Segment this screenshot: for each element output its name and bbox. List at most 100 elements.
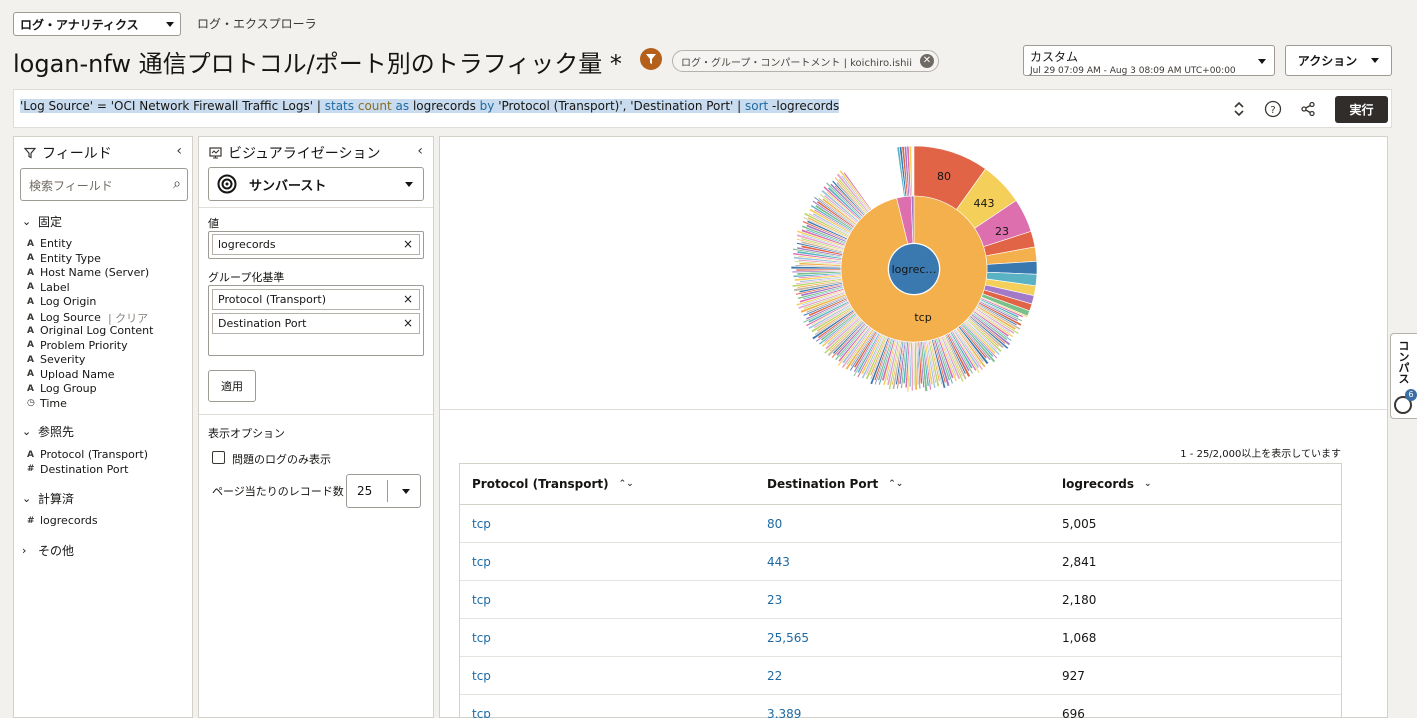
remove-icon[interactable]: × [403, 316, 413, 330]
field-type-icon: A [27, 449, 34, 460]
sunburst-port-label: 80 [937, 170, 951, 183]
records-per-page-value: 25 [357, 484, 373, 498]
query-function: count [357, 99, 392, 113]
group-tag-label: Destination Port [218, 317, 307, 330]
action-button[interactable]: アクション [1285, 45, 1392, 76]
field-item[interactable]: # logrecords [27, 514, 98, 527]
breadcrumb[interactable]: ログ・エクスプローラ [197, 15, 317, 32]
protocol-cell[interactable]: tcp [460, 631, 755, 645]
field-search-input[interactable]: 検索フィールド ⌕ [20, 168, 188, 201]
section-pinned[interactable]: ⌄ 固定 [22, 213, 62, 230]
protocol-cell[interactable]: tcp [460, 593, 755, 607]
search-icon[interactable]: ⌕ [173, 176, 181, 192]
column-header-label: Protocol (Transport) [472, 477, 609, 491]
share-icon[interactable] [1298, 99, 1318, 119]
field-item[interactable]: A Entity [27, 237, 72, 250]
group-tag-label: Protocol (Transport) [218, 293, 327, 306]
column-header-label: logrecords [1062, 477, 1135, 491]
section-pinned-label: 固定 [38, 215, 63, 229]
destination-port-cell[interactable]: 80 [755, 517, 1050, 531]
table-row[interactable]: tcp 25,565 1,068 [460, 619, 1341, 657]
apply-button[interactable]: 適用 [208, 370, 256, 402]
value-tag[interactable]: logrecords × [212, 234, 420, 255]
filter-icon[interactable] [640, 48, 662, 70]
sort-icon[interactable]: ⌃⌄ [888, 479, 903, 489]
fields-panel: フィールド ‹ 検索フィールド ⌕ ⌄ 固定 A Entity A Entity Typ… [13, 136, 193, 718]
fields-panel-title-text: フィールド [42, 146, 112, 162]
field-item[interactable]: A Problem Priority [27, 339, 128, 352]
table-row[interactable]: tcp 22 927 [460, 657, 1341, 695]
group-by-dropzone[interactable]: Protocol (Transport) × Destination Port … [208, 285, 424, 356]
group-tag[interactable]: Destination Port × [212, 313, 420, 334]
query-keyword: as [395, 99, 410, 113]
section-computed[interactable]: ⌄ 計算済 [22, 490, 74, 507]
table-header: Protocol (Transport) ⌃⌄ Destination Port ⌃… [460, 464, 1341, 505]
expand-icon[interactable] [1229, 99, 1249, 119]
query-editor[interactable]: 'Log Source' = 'OCI Network Firewall Tra… [13, 89, 1392, 128]
column-header-protocol[interactable]: Protocol (Transport) ⌃⌄ [460, 477, 755, 491]
problem-logs-checkbox[interactable] [212, 451, 225, 464]
sort-icon[interactable]: ⌃⌄ [619, 479, 634, 489]
query-text[interactable]: 'Log Source' = 'OCI Network Firewall Tra… [20, 99, 840, 113]
problem-logs-label: 問題のログのみ表示 [232, 453, 331, 466]
app-select[interactable]: ログ・アナリティクス [13, 12, 181, 36]
remove-icon[interactable]: × [403, 292, 413, 306]
field-name: Label [40, 280, 70, 294]
field-name: Entity Type [40, 251, 101, 265]
logrecords-cell: 1,068 [1062, 630, 1097, 645]
records-per-page-select[interactable]: 25 [346, 474, 421, 508]
compass-tab[interactable]: コンパス 6 [1390, 333, 1417, 419]
table-row[interactable]: tcp 80 5,005 [460, 505, 1341, 543]
time-range-select[interactable]: カスタム Jul 29 07:09 AM - Aug 3 08:09 AM UT… [1023, 45, 1275, 76]
chart-type-select[interactable]: サンバースト [208, 167, 424, 201]
destination-port-cell[interactable]: 443 [755, 555, 1050, 569]
value-dropzone[interactable]: logrecords × [208, 231, 424, 259]
protocol-cell[interactable]: tcp [460, 707, 755, 718]
query-segment: 'Log Source' = 'OCI Network Firewall Tra… [20, 99, 325, 113]
sunburst-chart[interactable]: logrec… tcp 80 443 23 [440, 137, 1387, 409]
field-type-icon: A [27, 383, 34, 394]
field-item[interactable]: A Label [27, 281, 70, 294]
field-item[interactable]: A Original Log Content [27, 324, 153, 337]
field-item[interactable]: A Protocol (Transport) [27, 448, 148, 461]
close-icon[interactable]: ✕ [919, 54, 934, 68]
field-item[interactable]: # Destination Port [27, 463, 128, 476]
sort-desc-icon[interactable]: ⌄ [1144, 479, 1152, 489]
logrecords-cell: 2,180 [1062, 592, 1097, 607]
protocol-cell[interactable]: tcp [460, 555, 755, 569]
column-header-logrecords[interactable]: logrecords ⌄ [1050, 477, 1340, 491]
field-item[interactable]: A Log Group [27, 382, 97, 395]
section-referenced[interactable]: ⌄ 参照先 [22, 423, 74, 440]
column-header-destination-port[interactable]: Destination Port ⌃⌄ [755, 477, 1050, 491]
collapse-icon[interactable]: ‹ [176, 143, 182, 159]
field-item[interactable]: A Log Origin [27, 295, 96, 308]
run-button[interactable]: 実行 [1335, 96, 1388, 123]
chevron-down-icon [1371, 58, 1380, 63]
query-segment: logrecords [409, 99, 480, 113]
field-item[interactable]: A Host Name (Server) [27, 266, 149, 279]
remove-icon[interactable]: × [403, 237, 413, 251]
help-icon[interactable]: ? [1263, 99, 1283, 119]
field-name: Protocol (Transport) [40, 448, 149, 461]
group-tag[interactable]: Protocol (Transport) × [212, 289, 420, 310]
table-row[interactable]: tcp 443 2,841 [460, 543, 1341, 581]
field-item[interactable]: A Entity Type [27, 252, 101, 265]
destination-port-cell[interactable]: 25,565 [755, 631, 1050, 645]
collapse-icon[interactable]: ‹ [417, 143, 423, 159]
table-row[interactable]: tcp 23 2,180 [460, 581, 1341, 619]
action-button-label: アクション [1297, 54, 1358, 68]
field-item[interactable]: A Upload Name [27, 368, 115, 381]
field-name: Log Group [40, 382, 97, 395]
protocol-cell[interactable]: tcp [460, 517, 755, 531]
protocol-cell[interactable]: tcp [460, 669, 755, 683]
scope-chip[interactable]: ログ・グループ・コンパートメント | koichiro.ishii ✕ [672, 50, 939, 72]
destination-port-cell[interactable]: 22 [755, 669, 1050, 683]
destination-port-cell[interactable]: 3,389 [755, 707, 1050, 718]
filter-icon [24, 147, 36, 159]
field-item[interactable]: ◷ Time [27, 397, 67, 410]
destination-port-cell[interactable]: 23 [755, 593, 1050, 607]
value-label: 値 [208, 217, 219, 230]
section-other[interactable]: › その他 [22, 542, 74, 559]
table-row[interactable]: tcp 3,389 696 [460, 695, 1341, 718]
field-item[interactable]: A Severity [27, 353, 85, 366]
